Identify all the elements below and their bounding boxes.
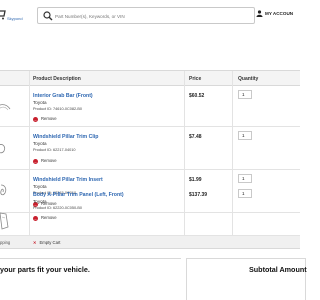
user-icon <box>256 10 263 17</box>
remove-label: Remove <box>41 116 57 121</box>
cart-row: Interior Grab Bar (Front) Toyota Product… <box>0 87 300 127</box>
remove-label: Remove <box>41 201 57 206</box>
empty-cart-button[interactable]: ✕ Empty Cart <box>33 240 60 245</box>
cart-icon[interactable] <box>0 8 6 20</box>
quantity-input[interactable]: 1 <box>238 131 252 140</box>
item-price: $60.52 <box>189 93 205 99</box>
search-icon[interactable] <box>43 11 53 21</box>
item-price: $7.48 <box>189 134 202 140</box>
product-name-link[interactable]: Windshield Pillar Trim Clip <box>33 134 98 140</box>
minus-circle-icon: – <box>33 159 38 164</box>
subtotal-heading: Subtotal Amount <box>249 265 307 274</box>
minus-circle-icon: – <box>33 117 38 122</box>
my-account-link[interactable]: MY ACCOUN <box>256 10 294 17</box>
product-id: Product ID: 62217-04010 <box>33 148 76 152</box>
remove-button[interactable]: – Remove <box>33 158 57 164</box>
product-name-link[interactable]: Interior Grab Bar (Front) <box>33 93 93 99</box>
search-box[interactable] <box>37 7 255 24</box>
cart-row: Windshield Pillar Trim Clip Toyota Produ… <box>0 128 300 170</box>
shipping-link[interactable]: pping <box>0 240 10 245</box>
product-thumbnail[interactable] <box>0 183 12 197</box>
column-header-price: Price <box>189 76 202 82</box>
store-selector-link[interactable]: Skypond <box>7 16 23 21</box>
product-thumbnail[interactable] <box>0 212 12 230</box>
product-thumbnail[interactable] <box>0 142 12 156</box>
fitment-panel: your parts fit your vehicle. <box>0 258 181 300</box>
remove-button[interactable]: – Remove <box>33 201 57 207</box>
item-price: $1.99 <box>189 177 202 183</box>
cart-table-footer: pping ✕ Empty Cart <box>0 236 300 249</box>
product-id: Product ID: 62215-0C010 <box>33 191 77 195</box>
product-brand: Toyota <box>33 100 47 105</box>
minus-circle-icon: – <box>33 202 38 207</box>
remove-button[interactable]: – Remove <box>33 116 57 122</box>
search-input[interactable] <box>55 10 250 22</box>
fitment-heading: your parts fit your vehicle. <box>0 265 90 274</box>
product-id: Product ID: 74610-0C082-B0 <box>33 107 82 111</box>
site-header: Skypond MY ACCOUN <box>0 0 300 36</box>
my-account-label: MY ACCOUN <box>265 11 294 16</box>
empty-cart-label: Empty Cart <box>39 240 61 245</box>
column-header-quantity: Quantity <box>238 76 259 82</box>
product-brand: Toyota <box>33 141 47 146</box>
close-icon: ✕ <box>33 240 37 245</box>
product-brand: Toyota <box>33 184 47 189</box>
column-header-description: Product Description <box>33 76 81 82</box>
quantity-input[interactable]: 1 <box>238 90 252 99</box>
quantity-input[interactable]: 1 <box>238 174 252 183</box>
product-thumbnail[interactable] <box>0 100 12 114</box>
cart-row <box>0 212 300 236</box>
cart-row: Windshield Pillar Trim Insert Toyota Pro… <box>0 171 300 213</box>
remove-label: Remove <box>41 158 57 163</box>
subtotal-panel: Subtotal Amount <box>186 258 307 300</box>
product-name-link[interactable]: Windshield Pillar Trim Insert <box>33 177 103 183</box>
cart-table-header: Product Description Price Quantity <box>0 71 300 86</box>
